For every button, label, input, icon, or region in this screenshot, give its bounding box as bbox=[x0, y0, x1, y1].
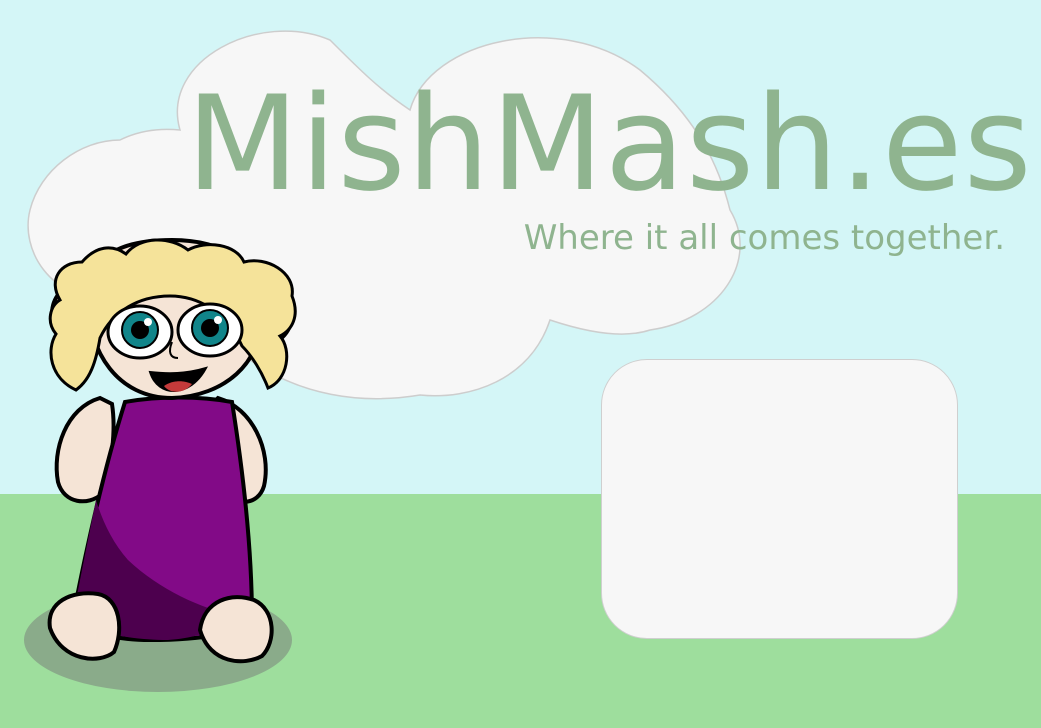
content-panel bbox=[601, 359, 958, 639]
site-tagline: Where it all comes together. bbox=[523, 218, 1005, 258]
right-foot bbox=[197, 595, 274, 664]
left-eye-glint bbox=[144, 318, 152, 326]
cartoon-girl bbox=[24, 237, 297, 692]
right-eye-glint bbox=[214, 316, 222, 324]
site-title: MishMash.es! bbox=[186, 67, 1041, 220]
